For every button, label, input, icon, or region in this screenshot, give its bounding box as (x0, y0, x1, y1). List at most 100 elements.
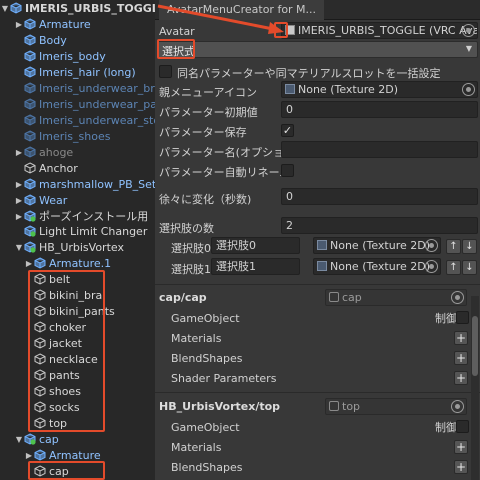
sync-checkbox[interactable] (159, 65, 172, 78)
component-badge-icon (30, 247, 36, 253)
hierarchy-item[interactable]: necklace (0, 351, 155, 367)
expand-arrow-icon[interactable]: ▼ (0, 4, 10, 13)
section-title: HB_UrbisVortex/top (159, 400, 281, 413)
expand-arrow-icon[interactable]: ▼ (14, 435, 24, 444)
avatar-field[interactable]: IMERIS_URBIS_TOGGLE (VRC Avatar D (281, 22, 478, 39)
section-ref-field[interactable]: top (325, 398, 467, 415)
scrollbar-thumb[interactable] (472, 316, 478, 376)
menu-type-value: 選択式 (162, 45, 195, 58)
move-up-button[interactable]: ↑ (446, 239, 461, 254)
hierarchy-item[interactable]: ▶ marshmallow_PB_Setup (0, 176, 155, 192)
choice-count-input[interactable]: 2 (281, 217, 478, 234)
param-name-input[interactable] (281, 141, 478, 158)
property-blendshapes: BlendShapes (171, 352, 243, 365)
hierarchy-item-label: cap (49, 464, 69, 478)
hierarchy-item[interactable]: choker (0, 319, 155, 335)
hierarchy-item[interactable]: ▼ cap (0, 431, 155, 447)
add-blendshapes-button[interactable]: + (454, 460, 468, 474)
collapse-arrow-icon[interactable]: ▶ (14, 20, 24, 29)
add-materials-button[interactable]: + (454, 440, 468, 454)
collapse-arrow-icon[interactable]: ▶ (14, 212, 24, 221)
hierarchy-item[interactable]: Imeris_hair (long) (0, 64, 155, 80)
gameobject-icon (34, 465, 46, 477)
hierarchy-item-label: belt (49, 272, 71, 286)
choice-icon-value: None (Texture 2D) (330, 260, 431, 273)
prefab-icon (24, 82, 36, 94)
hierarchy-item[interactable]: Body (0, 32, 155, 48)
prefab-icon (24, 34, 36, 46)
avatar-value: IMERIS_URBIS_TOGGLE (VRC Avatar D (298, 24, 478, 37)
move-up-button[interactable]: ↑ (446, 260, 461, 275)
hierarchy-item[interactable]: Light Limit Changer (0, 223, 155, 239)
hierarchy-item[interactable]: Imeris_body (0, 48, 155, 64)
hierarchy-item[interactable]: ▼ IMERIS_URBIS_TOGGLE (0, 0, 155, 16)
hierarchy-item[interactable]: ▶ Armature (0, 16, 155, 32)
collapse-arrow-icon[interactable]: ▶ (14, 180, 24, 189)
window-tab[interactable]: AvatarMenuCreator for M... (159, 0, 325, 20)
avatar-label: Avatar (159, 25, 195, 38)
add-materials-button[interactable]: + (454, 331, 468, 345)
param-default-input[interactable]: 0 (281, 101, 478, 118)
hierarchy-item[interactable]: ▶ Armature (0, 447, 155, 463)
hierarchy-item-label: Armature (39, 17, 91, 31)
hierarchy-item[interactable]: Imeris_shoes (0, 128, 155, 144)
prefab-icon (24, 241, 36, 253)
parent-icon-field[interactable]: None (Texture 2D) (281, 81, 478, 98)
hierarchy-item[interactable]: ▶ Armature.1 (0, 255, 155, 271)
section-ref-field[interactable]: cap (325, 289, 467, 306)
control-label: 制御 (435, 312, 457, 325)
hierarchy-item[interactable]: pants (0, 367, 155, 383)
expand-arrow-icon[interactable]: ▼ (14, 243, 24, 252)
param-autorename-row: パラメーター自動リネーム (155, 161, 480, 181)
hierarchy-item[interactable]: jacket (0, 335, 155, 351)
hierarchy-item[interactable]: bikini_bra (0, 287, 155, 303)
hierarchy-item[interactable]: ▶ Wear (0, 192, 155, 208)
move-down-button[interactable]: ↓ (462, 260, 477, 275)
hierarchy-item-label: necklace (49, 352, 98, 366)
gameobject-icon (34, 321, 46, 333)
collapse-arrow-icon[interactable]: ▶ (24, 259, 34, 268)
object-picker-icon[interactable] (425, 260, 438, 273)
hierarchy-item[interactable]: ▶ ポーズインストール用 (0, 208, 155, 224)
collapse-arrow-icon[interactable]: ▶ (24, 451, 34, 460)
add-shader-parameters-button[interactable]: + (454, 371, 468, 385)
hierarchy-item[interactable]: top (0, 415, 155, 431)
control-checkbox[interactable] (456, 420, 469, 433)
hierarchy-item[interactable]: Imeris_underwear_bra (0, 80, 155, 96)
gradual-input[interactable]: 0 (281, 188, 478, 205)
hierarchy-item-label: Armature.1 (49, 256, 112, 270)
inspector-scrollbar[interactable] (471, 296, 479, 480)
hierarchy-item-label: Wear (39, 193, 68, 207)
hierarchy-item[interactable]: belt (0, 271, 155, 287)
choice-name-input[interactable]: 選択肢0 (211, 237, 300, 254)
move-down-button[interactable]: ↓ (462, 239, 477, 254)
choice-name-input[interactable]: 選択肢1 (211, 258, 300, 275)
menu-type-dropdown[interactable]: 選択式 ▼ (157, 41, 478, 58)
object-picker-icon[interactable] (462, 83, 475, 96)
param-autorename-checkbox[interactable] (281, 164, 294, 177)
control-checkbox[interactable] (456, 311, 469, 324)
object-picker-icon[interactable] (451, 400, 464, 413)
hierarchy-item[interactable]: Anchor (0, 160, 155, 176)
hierarchy-item[interactable]: cap (0, 463, 155, 479)
hierarchy-item[interactable]: Imeris_underwear_panty (0, 96, 155, 112)
hierarchy-item[interactable]: Imeris_underwear_stocking (0, 112, 155, 128)
collapse-arrow-icon[interactable]: ▶ (14, 148, 24, 157)
choice-icon-field[interactable]: None (Texture 2D) (313, 258, 441, 275)
add-blendshapes-button[interactable]: + (454, 351, 468, 365)
prefab-icon (24, 130, 36, 142)
hierarchy-item[interactable]: bikini_pants (0, 303, 155, 319)
hierarchy-item[interactable]: shoes (0, 383, 155, 399)
object-picker-icon[interactable] (451, 291, 464, 304)
collapse-arrow-icon[interactable]: ▶ (14, 196, 24, 205)
hierarchy-item[interactable]: ▶ ahoge (0, 144, 155, 160)
choice-icon-field[interactable]: None (Texture 2D) (313, 237, 441, 254)
param-saved-checkbox[interactable]: ✓ (281, 124, 294, 137)
hierarchy-item-label: ahoge (39, 145, 74, 159)
object-picker-icon[interactable] (462, 24, 475, 37)
object-picker-icon[interactable] (425, 239, 438, 252)
prefab-icon (24, 225, 36, 237)
hierarchy-item[interactable]: ▼ HB_UrbisVortex (0, 239, 155, 255)
hierarchy-item[interactable]: socks (0, 399, 155, 415)
hierarchy-item-label: Light Limit Changer (39, 224, 148, 238)
